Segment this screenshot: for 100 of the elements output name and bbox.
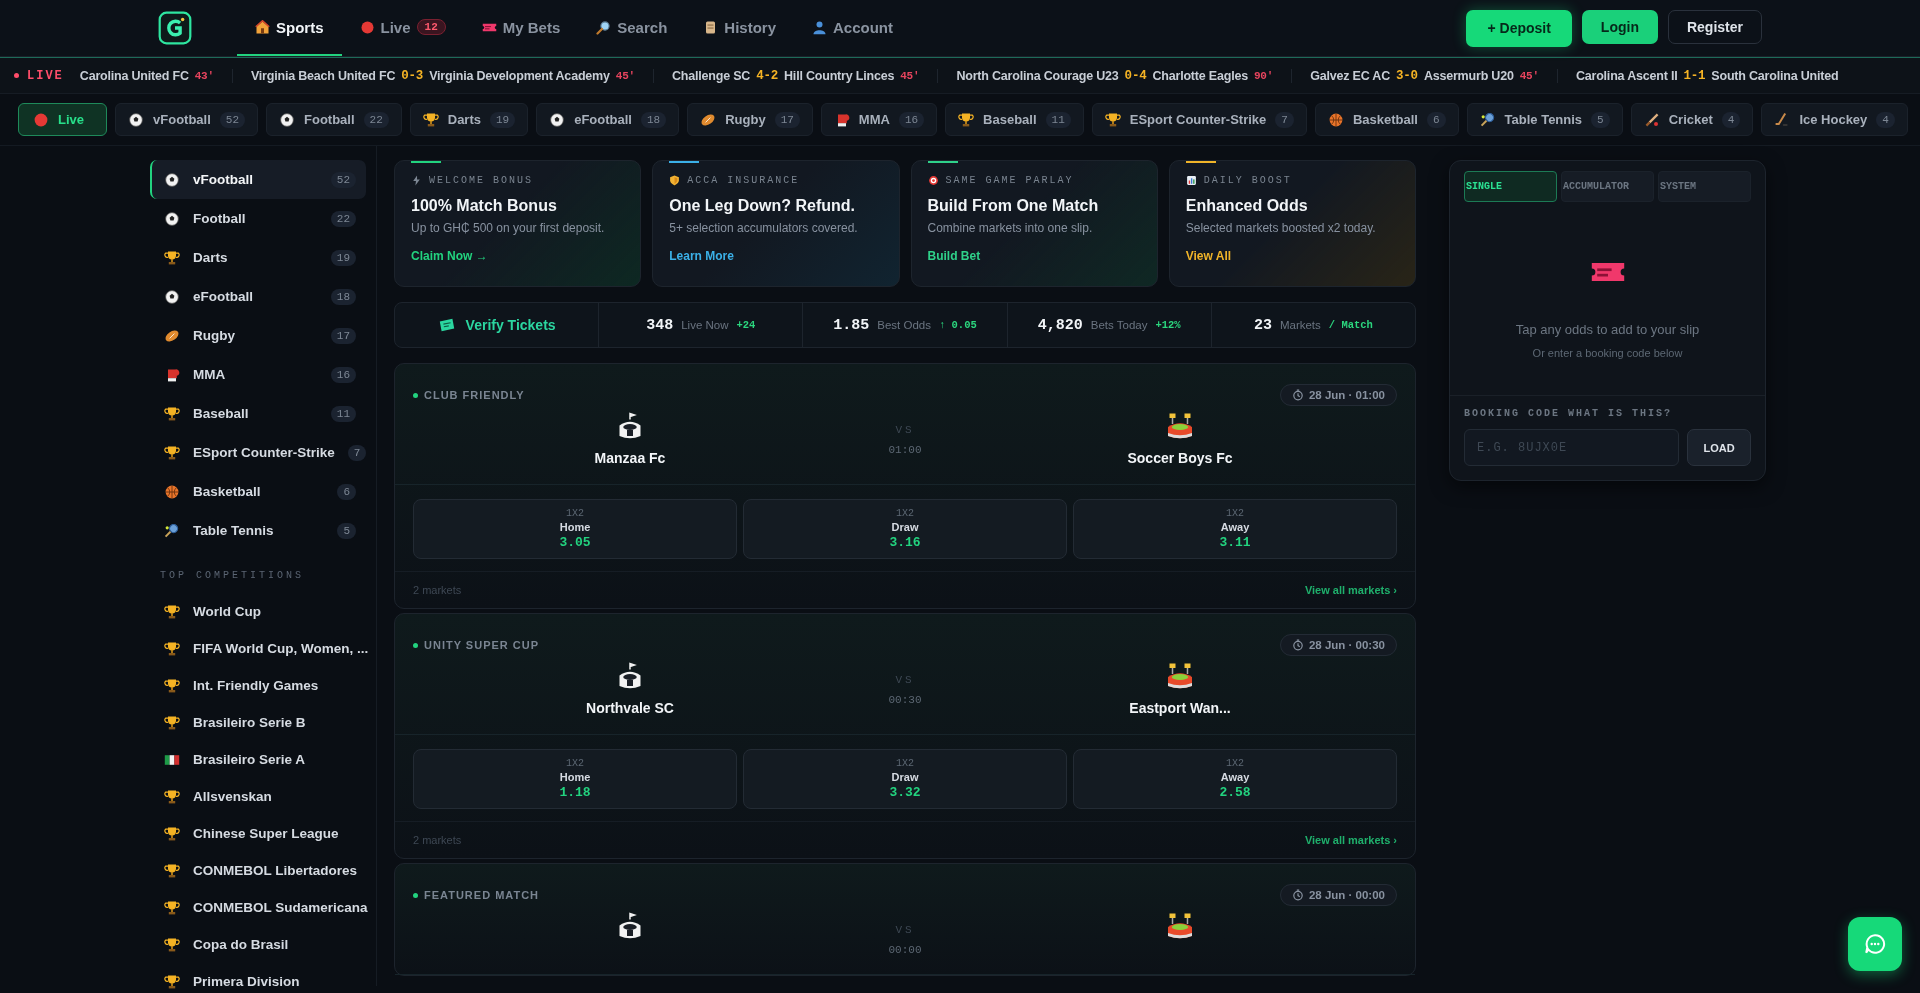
- soccer-ball-icon: [549, 111, 566, 128]
- slip-tab[interactable]: ACCUMULATOR: [1561, 171, 1654, 202]
- sport-menu-item[interactable]: Rugby 17: [150, 316, 366, 355]
- load-button[interactable]: LOAD: [1687, 429, 1751, 466]
- sport-chip[interactable]: MMA 16: [820, 103, 938, 136]
- competition-item[interactable]: FIFA World Cup, Women, ...: [150, 630, 366, 667]
- odds-button[interactable]: 1X2 Home 1.18: [413, 749, 737, 809]
- search-icon: [596, 19, 612, 35]
- sport-chip[interactable]: Ice Hockey 4: [1761, 103, 1908, 136]
- count-badge: 52: [330, 171, 356, 188]
- sport-menu-item[interactable]: vFootball 52: [150, 160, 366, 199]
- count-badge: 11: [330, 405, 356, 422]
- count-badge: 5: [1591, 111, 1610, 128]
- count-badge: 5: [337, 522, 356, 539]
- sport-menu-item[interactable]: Basketball 6: [150, 472, 366, 511]
- competition-item[interactable]: CONMEBOL Libertadores: [150, 852, 366, 889]
- kickoff-time: 01:00: [888, 444, 922, 456]
- match-minute: 45': [615, 69, 635, 82]
- sport-chip[interactable]: Table Tennis 5: [1466, 103, 1623, 136]
- logo-icon: [158, 11, 192, 45]
- sport-chip[interactable]: Rugby 17: [687, 103, 813, 136]
- clock-icon: [1291, 889, 1304, 901]
- trophy-icon: [164, 714, 180, 731]
- competition-item[interactable]: World Cup: [150, 593, 366, 630]
- count-badge: 18: [641, 111, 667, 128]
- register-button[interactable]: Register: [1667, 9, 1762, 44]
- sport-chip[interactable]: eFootball 18: [536, 103, 680, 136]
- nav-tab[interactable]: Account: [794, 0, 911, 56]
- team-name: Virginia Development Academy: [429, 68, 610, 83]
- sport-menu-item[interactable]: MMA 16: [150, 355, 366, 394]
- sport-label: Baseball: [193, 406, 250, 421]
- sport-menu-item[interactable]: ESport Counter-Strike 7: [150, 433, 366, 472]
- odds-button[interactable]: 1X2 Away 3.11: [1073, 499, 1397, 559]
- promo-tag: ACCA INSURANCE: [687, 175, 800, 186]
- nav-label: History: [724, 18, 776, 36]
- match-minute: 45': [1519, 69, 1539, 82]
- sport-menu-item[interactable]: Football 22: [150, 199, 366, 238]
- competition-item[interactable]: Primera Division: [150, 963, 366, 993]
- trophy-icon: [164, 677, 180, 694]
- odds-button[interactable]: 1X2 Draw 3.16: [743, 499, 1067, 559]
- sport-menu-item[interactable]: Table Tennis 5: [150, 511, 366, 550]
- team-name: Hill Country Linces: [784, 68, 895, 83]
- nav-tab[interactable]: Search: [578, 0, 686, 56]
- competition-item[interactable]: Int. Friendly Games: [150, 667, 366, 704]
- sport-chip[interactable]: Cricket 4: [1630, 103, 1754, 136]
- competition-item[interactable]: Chinese Super League: [150, 815, 366, 852]
- deposit-button[interactable]: + Deposit: [1466, 9, 1572, 47]
- sport-chip[interactable]: vFootball 52: [115, 103, 258, 136]
- promo-title: One Leg Down? Refund.: [669, 197, 856, 215]
- stat-label: Bets Today: [1090, 319, 1148, 331]
- odds-button[interactable]: 1X2 Draw 3.32: [743, 749, 1067, 809]
- sport-chip[interactable]: Basketball 6: [1314, 103, 1459, 136]
- odds-button[interactable]: 1X2 Away 2.58: [1073, 749, 1397, 809]
- basketball-icon: [164, 483, 180, 500]
- sport-menu-item[interactable]: Baseball 11: [150, 394, 366, 433]
- count-badge: 6: [337, 483, 356, 500]
- slip-tab[interactable]: SYSTEM: [1658, 171, 1751, 202]
- promo-link[interactable]: Build Bet: [927, 249, 981, 263]
- house-icon: [255, 19, 270, 35]
- team-name: Manzaa Fc: [594, 450, 666, 466]
- nav-tab[interactable]: History: [685, 0, 794, 56]
- sport-chip[interactable]: Darts 19: [409, 103, 529, 136]
- trophy-icon: [164, 899, 180, 916]
- promo-link[interactable]: Claim Now →: [411, 249, 488, 263]
- count-badge: 18: [330, 288, 356, 305]
- view-all-markets-link[interactable]: View all markets ›: [1304, 834, 1397, 846]
- chip-label: Cricket: [1668, 112, 1713, 127]
- competition-item[interactable]: Brasileiro Serie A: [150, 741, 366, 778]
- sport-menu-item[interactable]: eFootball 18: [150, 277, 366, 316]
- competition-item[interactable]: Brasileiro Serie B: [150, 704, 366, 741]
- sport-chip[interactable]: Football 22: [266, 103, 402, 136]
- slip-tab[interactable]: SINGLE: [1464, 171, 1557, 202]
- competition-label: Primera Division: [193, 974, 301, 989]
- login-button[interactable]: Login: [1581, 9, 1658, 44]
- view-all-markets-link[interactable]: View all markets ›: [1304, 584, 1397, 596]
- competition-item[interactable]: CONMEBOL Sudamericana: [150, 889, 366, 926]
- competition-item[interactable]: Copa do Brasil: [150, 926, 366, 963]
- stat-value: 348: [646, 316, 674, 334]
- live-label: LIVE: [27, 68, 64, 83]
- chip-label: Live: [58, 112, 84, 127]
- chat-icon: [1864, 933, 1886, 955]
- bar-chart-icon: [1185, 175, 1197, 186]
- sport-chip[interactable]: Live: [18, 103, 107, 136]
- nav-tab[interactable]: Live 12: [341, 0, 464, 56]
- sport-chip[interactable]: ESport Counter-Strike 7: [1091, 103, 1307, 136]
- promo-link[interactable]: View All: [1185, 249, 1232, 263]
- verify-tickets-link[interactable]: Verify Tickets: [395, 303, 599, 347]
- kickoff-time: 00:00: [888, 944, 922, 956]
- stat-value: 23: [1253, 316, 1272, 334]
- sport-menu-item[interactable]: Darts 19: [150, 238, 366, 277]
- count-badge: 19: [330, 249, 356, 266]
- stat-value: 1.85: [833, 316, 870, 334]
- odds-button[interactable]: 1X2 Home 3.05: [413, 499, 737, 559]
- competition-item[interactable]: Allsvenskan: [150, 778, 366, 815]
- nav-tab[interactable]: My Bets: [463, 0, 579, 56]
- promo-link[interactable]: Learn More: [669, 249, 734, 263]
- sport-chip[interactable]: Baseball 11: [945, 103, 1084, 136]
- stat-change: ↑ 0.05: [938, 319, 977, 331]
- chat-button[interactable]: [1848, 917, 1902, 971]
- league-name: UNITY SUPER CUP: [424, 639, 540, 651]
